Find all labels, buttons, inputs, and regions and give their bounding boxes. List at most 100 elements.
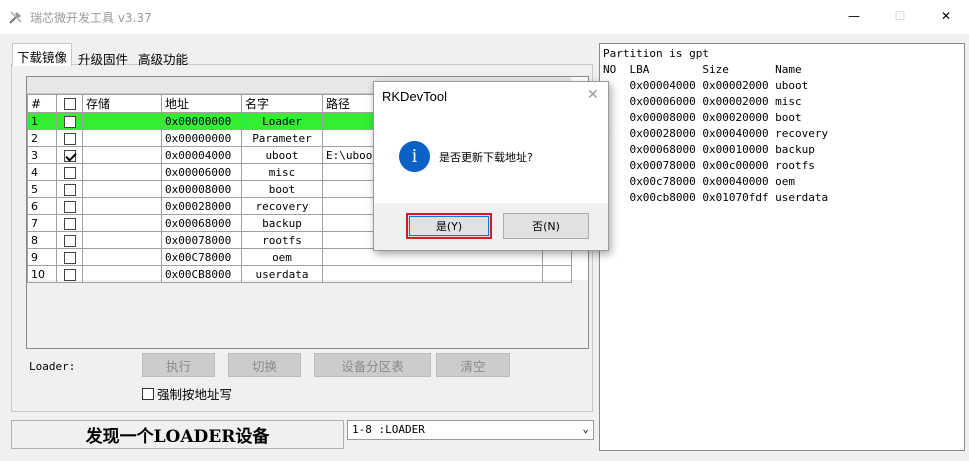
- clear-button[interactable]: 清空: [436, 353, 510, 377]
- row-address: 0x00028000: [161, 197, 242, 215]
- device-select-value: 1-8 :LOADER: [352, 423, 425, 436]
- force-write-by-address-checkbox[interactable]: 强制按地址写: [142, 384, 232, 403]
- title-bar: 瑞芯微开发工具 v3.37 — ☐ ✕: [0, 0, 969, 34]
- select-all-checkbox[interactable]: [63, 98, 76, 110]
- maximize-button[interactable]: ☐: [877, 0, 923, 32]
- row-name: misc: [241, 163, 323, 181]
- row-number: 4: [27, 163, 57, 181]
- close-icon: ✕: [940, 9, 952, 23]
- log-line: Partition is gpt: [603, 47, 709, 60]
- row-number: 3: [27, 146, 57, 164]
- tools-icon: [9, 11, 22, 24]
- device-select[interactable]: 1-8 :LOADER ⌄: [347, 420, 594, 440]
- row-storage: [82, 112, 162, 130]
- tab-upgrade-firmware[interactable]: 升级固件: [74, 46, 132, 68]
- row-checkbox-cell: [56, 214, 83, 232]
- row-name: recovery: [241, 197, 323, 215]
- row-checkbox[interactable]: [63, 251, 76, 264]
- row-storage: [82, 265, 162, 283]
- log-line: 4 0x00028000 0x00040000 recovery: [603, 127, 829, 140]
- col-header-num: #: [27, 94, 57, 113]
- row-checkbox[interactable]: [63, 183, 76, 196]
- yes-button[interactable]: 是(Y): [406, 213, 492, 239]
- row-number: 10: [27, 265, 57, 283]
- row-checkbox[interactable]: [63, 115, 76, 128]
- dialog-title: RKDevTool: [382, 89, 448, 104]
- log-line: 5 0x00068000 0x00010000 backup: [603, 143, 815, 156]
- row-name: rootfs: [241, 231, 323, 249]
- chevron-down-icon: ⌄: [582, 422, 589, 435]
- close-button[interactable]: ✕: [923, 0, 969, 32]
- log-line: 3 0x00008000 0x00020000 boot: [603, 111, 802, 124]
- row-storage: [82, 129, 162, 147]
- grid-empty-area: [27, 280, 588, 348]
- row-checkbox[interactable]: [63, 268, 76, 281]
- checkbox-box[interactable]: [142, 387, 154, 400]
- row-name: oem: [241, 248, 323, 266]
- force-write-label: 强制按地址写: [157, 387, 233, 402]
- row-number: 6: [27, 197, 57, 215]
- table-row[interactable]: 9 0x00C78000 oem: [27, 248, 572, 266]
- tab-download-image[interactable]: 下载镜像: [12, 43, 72, 66]
- col-header-address: 地址: [161, 94, 242, 113]
- row-checkbox-cell: [56, 129, 83, 147]
- row-number: 7: [27, 214, 57, 232]
- row-address: 0x00078000: [161, 231, 242, 249]
- dialog-close-icon[interactable]: ✕: [587, 87, 599, 103]
- dialog-message: 是否更新下载地址?: [439, 151, 533, 164]
- row-path: [322, 265, 543, 283]
- log-line: 2 0x00006000 0x00002000 misc: [603, 95, 802, 108]
- row-storage: [82, 214, 162, 232]
- row-name: backup: [241, 214, 323, 232]
- row-storage: [82, 197, 162, 215]
- row-checkbox-cell: [56, 146, 83, 164]
- row-address: 0x00C78000: [161, 248, 242, 266]
- row-storage: [82, 180, 162, 198]
- row-number: 9: [27, 248, 57, 266]
- row-storage: [82, 146, 162, 164]
- log-line: 7 0x00c78000 0x00040000 oem: [603, 175, 796, 188]
- row-checkbox-cell: [56, 248, 83, 266]
- row-checkbox-cell: [56, 112, 83, 130]
- row-name: boot: [241, 180, 323, 198]
- row-checkbox-cell: [56, 197, 83, 215]
- minimize-button[interactable]: —: [831, 0, 877, 32]
- log-line: 8 0x00cb8000 0x01070fdf userdata: [603, 191, 829, 204]
- row-name: uboot: [241, 146, 323, 164]
- maximize-icon: ☐: [894, 9, 906, 23]
- col-header-check[interactable]: [56, 94, 83, 113]
- row-checkbox[interactable]: [63, 234, 76, 247]
- row-extra: [542, 248, 572, 266]
- execute-button[interactable]: 执行: [142, 353, 215, 377]
- col-header-storage: 存储: [82, 94, 162, 113]
- row-checkbox-cell: [56, 231, 83, 249]
- device-partition-table-button[interactable]: 设备分区表: [314, 353, 431, 377]
- row-checkbox[interactable]: [63, 166, 76, 179]
- row-checkbox-cell: [56, 163, 83, 181]
- table-row[interactable]: 10 0x00CB8000 userdata: [27, 265, 572, 283]
- row-checkbox[interactable]: [63, 149, 76, 162]
- row-address: 0x00CB8000: [161, 265, 242, 283]
- switch-button[interactable]: 切换: [228, 353, 301, 377]
- confirm-dialog: RKDevTool ✕ i 是否更新下载地址? 是(Y) 否(N): [373, 81, 609, 251]
- row-checkbox-cell: [56, 265, 83, 283]
- row-checkbox[interactable]: [63, 132, 76, 145]
- row-name: Loader: [241, 112, 323, 130]
- no-button-label: 否(N): [532, 220, 560, 233]
- log-line: NO LBA Size Name: [603, 63, 802, 76]
- row-name: userdata: [241, 265, 323, 283]
- row-address: 0x00000000: [161, 112, 242, 130]
- row-checkbox[interactable]: [63, 217, 76, 230]
- row-path: [322, 248, 543, 266]
- tab-advanced-functions[interactable]: 高级功能: [134, 46, 192, 68]
- row-number: 1: [27, 112, 57, 130]
- row-storage: [82, 163, 162, 181]
- row-checkbox[interactable]: [63, 200, 76, 213]
- row-address: 0x00068000: [161, 214, 242, 232]
- row-extra: [542, 265, 572, 283]
- no-button[interactable]: 否(N): [503, 213, 589, 239]
- row-checkbox-cell: [56, 180, 83, 198]
- log-line: 1 0x00004000 0x00002000 uboot: [603, 79, 809, 92]
- log-line: 6 0x00078000 0x00c00000 rootfs: [603, 159, 815, 172]
- row-address: 0x00008000: [161, 180, 242, 198]
